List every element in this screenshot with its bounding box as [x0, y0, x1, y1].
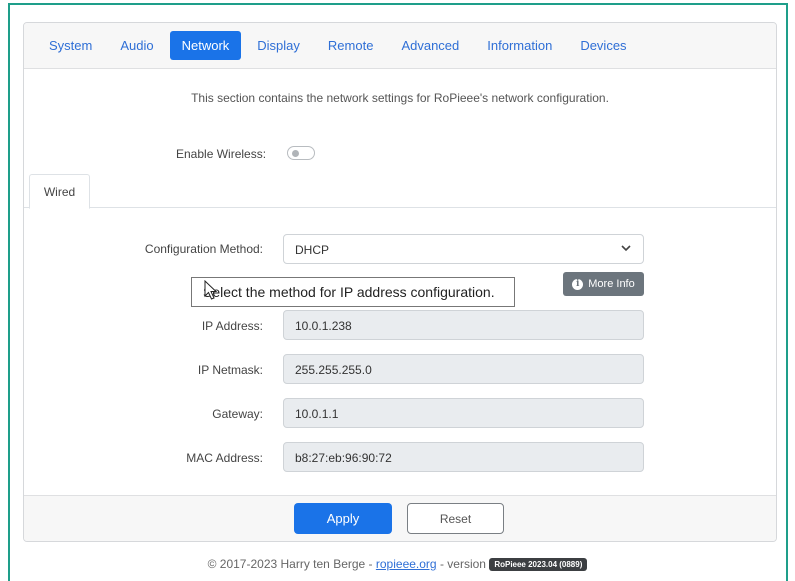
ropieee-link[interactable]: ropieee.org	[376, 557, 437, 571]
subtab-wired[interactable]: Wired	[29, 174, 90, 209]
enable-wireless-label: Enable Wireless:	[176, 147, 267, 161]
toggle-knob	[292, 150, 299, 157]
mouse-cursor-icon	[204, 280, 218, 300]
settings-card: System Audio Network Display Remote Adva…	[23, 22, 777, 542]
configuration-method-value: DHCP	[295, 243, 330, 257]
settings-nav: System Audio Network Display Remote Adva…	[24, 23, 776, 69]
section-description: This section contains the network settin…	[191, 91, 609, 105]
ip-address-label: IP Address:	[201, 319, 263, 333]
more-info-label: More Info	[588, 278, 635, 290]
apply-button[interactable]: Apply	[294, 503, 392, 534]
mac-address-label: MAC Address:	[186, 451, 263, 465]
tab-remote[interactable]: Remote	[316, 31, 386, 60]
configuration-method-label: Configuration Method:	[144, 242, 263, 256]
enable-wireless-toggle[interactable]	[287, 146, 315, 160]
tab-display[interactable]: Display	[245, 31, 312, 60]
configuration-method-select[interactable]: DHCP	[283, 234, 644, 264]
more-info-button[interactable]: i More Info	[563, 272, 644, 296]
card-footer: Apply Reset	[24, 495, 776, 541]
version-badge: RoPieee 2023.04 (0889)	[489, 558, 588, 571]
page-footer: © 2017-2023 Harry ten Berge - ropieee.or…	[0, 557, 795, 571]
ip-address-field[interactable]: 10.0.1.238	[283, 310, 644, 340]
configuration-method-tooltip: Select the method for IP address configu…	[191, 277, 515, 307]
tab-information[interactable]: Information	[475, 31, 564, 60]
info-circle-icon: i	[572, 278, 584, 290]
chevron-down-icon	[621, 243, 631, 255]
gateway-field[interactable]: 10.0.1.1	[283, 398, 644, 428]
tab-network[interactable]: Network	[169, 31, 242, 60]
network-subtabs: Wired	[24, 174, 776, 209]
tab-system[interactable]: System	[37, 31, 104, 60]
ip-netmask-field[interactable]: 255.255.255.0	[283, 354, 644, 384]
ip-netmask-label: IP Netmask:	[197, 363, 263, 377]
tab-devices[interactable]: Devices	[568, 31, 638, 60]
copyright-text: © 2017-2023 Harry ten Berge -	[207, 557, 373, 571]
tab-advanced[interactable]: Advanced	[389, 31, 471, 60]
tab-audio[interactable]: Audio	[108, 31, 165, 60]
version-prefix: - version	[439, 557, 486, 571]
gateway-label: Gateway:	[212, 407, 263, 421]
reset-button[interactable]: Reset	[407, 503, 504, 534]
mac-address-field[interactable]: b8:27:eb:96:90:72	[283, 442, 644, 472]
